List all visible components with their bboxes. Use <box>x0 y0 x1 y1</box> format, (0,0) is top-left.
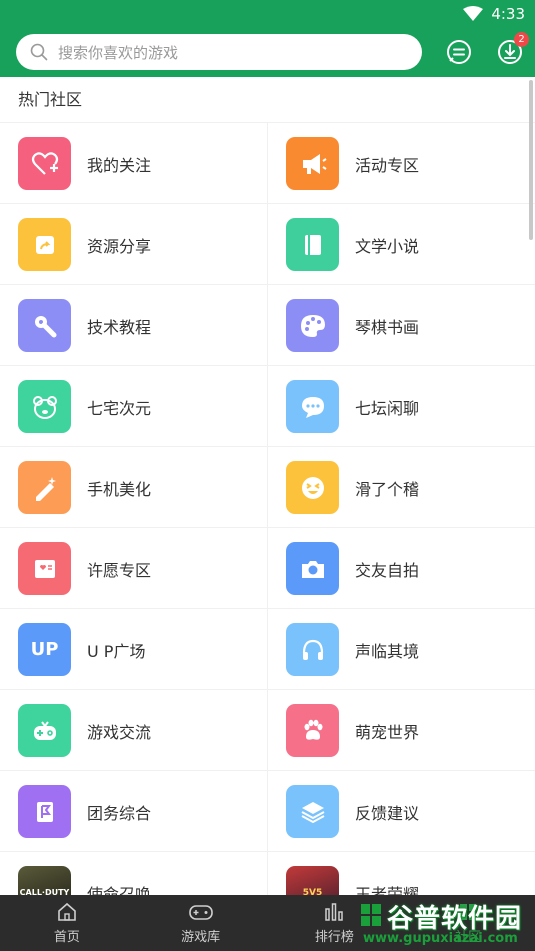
brush-icon <box>18 461 71 514</box>
community-label: 萌宠世界 <box>355 722 420 742</box>
community-item[interactable]: 技术教程 <box>0 285 267 366</box>
share-box-icon <box>18 218 71 271</box>
community-item[interactable]: 反馈建议 <box>267 771 535 852</box>
gamepad-icon <box>18 704 71 757</box>
community-label: 游戏交流 <box>87 722 152 742</box>
bear-icon <box>18 380 71 433</box>
headphones-icon <box>286 623 339 676</box>
community-item[interactable]: 萌宠世界 <box>267 690 535 771</box>
community-item[interactable]: 我的关注 <box>0 123 267 204</box>
community-label: U P广场 <box>87 641 146 661</box>
search-placeholder: 搜索你喜欢的游戏 <box>58 43 179 62</box>
tab-game-library[interactable]: 游戏库 <box>134 895 268 951</box>
tab-label: 首页 <box>53 930 80 945</box>
status-bar: 4:33 <box>0 0 535 28</box>
paw-icon <box>286 704 339 757</box>
grid-row: 我的关注 活动专区 <box>0 123 535 204</box>
up-icon: UP <box>18 623 71 676</box>
watermark-logo-icon <box>361 904 381 926</box>
community-label: 七坛闲聊 <box>355 398 420 418</box>
community-item[interactable]: UP U P广场 <box>0 609 267 690</box>
grid-row: 游戏交流 萌宠世界 <box>0 690 535 771</box>
community-label: 声临其境 <box>355 641 420 661</box>
tab-label: 游戏库 <box>181 930 221 945</box>
grid-row: 资源分享 文学小说 <box>0 204 535 285</box>
community-item[interactable]: 交友自拍 <box>267 528 535 609</box>
community-label: 七宅次元 <box>87 398 152 418</box>
heart-plus-icon <box>18 137 71 190</box>
community-item[interactable]: 文学小说 <box>267 204 535 285</box>
community-label: 文学小说 <box>355 236 420 256</box>
home-icon <box>58 902 76 921</box>
watermark: 谷普软件园 www.gupuxiazai.com <box>359 898 531 948</box>
community-item[interactable]: 游戏交流 <box>0 690 267 771</box>
community-label: 手机美化 <box>87 479 152 499</box>
funny-face-icon <box>286 461 339 514</box>
community-item[interactable]: 活动专区 <box>267 123 535 204</box>
community-label: 琴棋书画 <box>355 317 420 337</box>
community-item[interactable]: 资源分享 <box>0 204 267 285</box>
header: 搜索你喜欢的游戏 2 <box>0 28 535 77</box>
community-label: 资源分享 <box>87 236 152 256</box>
community-item[interactable]: 团务综合 <box>0 771 267 852</box>
community-item[interactable]: 七宅次元 <box>0 366 267 447</box>
community-item[interactable]: 声临其境 <box>267 609 535 690</box>
community-label: 反馈建议 <box>355 803 420 823</box>
community-item[interactable]: 琴棋书画 <box>267 285 535 366</box>
layers-icon <box>286 785 339 838</box>
community-item[interactable]: 手机美化 <box>0 447 267 528</box>
community-label: 许愿专区 <box>87 560 152 580</box>
community-label: 滑了个稽 <box>355 479 420 499</box>
search-input[interactable]: 搜索你喜欢的游戏 <box>16 34 422 70</box>
book-icon <box>286 218 339 271</box>
tab-label: 排行榜 <box>314 930 354 945</box>
flag-icon <box>18 785 71 838</box>
chat-bubble-icon <box>286 380 339 433</box>
community-item[interactable]: 滑了个稽 <box>267 447 535 528</box>
community-item[interactable]: 许愿专区 <box>0 528 267 609</box>
status-right: 4:33 <box>463 4 525 24</box>
search-icon <box>30 43 48 61</box>
section-title: 热门社区 <box>0 77 535 123</box>
wrench-icon <box>18 299 71 352</box>
grid-row: 许愿专区 交友自拍 <box>0 528 535 609</box>
status-time: 4:33 <box>491 5 525 23</box>
tab-home[interactable]: 首页 <box>0 895 134 951</box>
message-icon[interactable] <box>444 37 474 67</box>
community-item[interactable]: 七坛闲聊 <box>267 366 535 447</box>
grid-row: 技术教程 琴棋书画 <box>0 285 535 366</box>
community-label: 交友自拍 <box>355 560 420 580</box>
community-label: 技术教程 <box>87 317 152 337</box>
community-label: 我的关注 <box>87 155 152 175</box>
palette-icon <box>286 299 339 352</box>
grid-row: 七宅次元 七坛闲聊 <box>0 366 535 447</box>
download-badge: 2 <box>514 32 529 47</box>
grid-row: 团务综合 反馈建议 <box>0 771 535 852</box>
watermark-title: 谷普软件园 <box>387 904 523 934</box>
ranking-icon <box>325 903 344 921</box>
download-button[interactable]: 2 <box>495 32 529 67</box>
gamepad-icon <box>188 905 213 920</box>
community-label: 活动专区 <box>355 155 420 175</box>
camera-icon <box>286 542 339 595</box>
grid-row: 手机美化 滑了个稽 <box>0 447 535 528</box>
community-grid: 我的关注 活动专区 资源分享 文学小说 技术教程 琴棋书画 七宅次元 七坛闲聊 … <box>0 123 535 933</box>
wifi-icon <box>463 6 484 21</box>
megaphone-icon <box>286 137 339 190</box>
watermark-url: www.gupuxiazai.com <box>363 931 518 946</box>
community-label: 团务综合 <box>87 803 152 823</box>
scrollbar[interactable] <box>529 80 533 240</box>
grid-row: UP U P广场 声临其境 <box>0 609 535 690</box>
wish-card-icon <box>18 542 71 595</box>
